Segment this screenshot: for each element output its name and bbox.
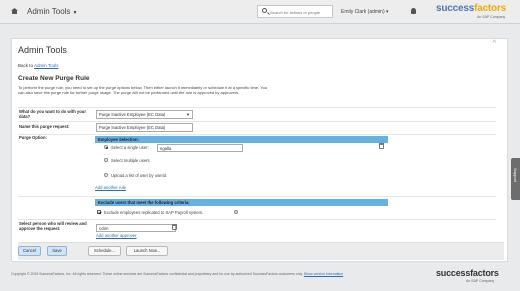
version-info-link[interactable]: Show version information bbox=[304, 272, 343, 276]
launch-now-button[interactable]: Launch Now... bbox=[126, 246, 168, 256]
logo-text-1: success bbox=[436, 3, 475, 14]
copyright-body: Copyright © 2015 SuccessFactors, Inc. Al… bbox=[11, 272, 303, 276]
approver-input[interactable] bbox=[96, 224, 176, 232]
brand-logo: successfactors An SAP Company bbox=[436, 3, 507, 19]
breadcrumb: Back to Admin Tools bbox=[18, 63, 58, 68]
divider bbox=[18, 196, 496, 197]
module-picker[interactable]: Admin Tools ▼ bbox=[27, 7, 77, 16]
purge-action-label: What do you want to do with your data? bbox=[19, 109, 86, 119]
user-menu[interactable]: Emily Clark (admin) ▾ bbox=[341, 9, 389, 15]
divider bbox=[18, 121, 496, 122]
chevron-down-icon: ▼ bbox=[186, 112, 190, 117]
footer-logo-subtitle: An SAP Company bbox=[466, 279, 495, 283]
add-another-approver-link[interactable]: Add another approver bbox=[96, 233, 137, 238]
add-another-rule-link[interactable]: Add another rule bbox=[95, 185, 126, 190]
radio-single-user[interactable] bbox=[104, 145, 108, 149]
search-icon bbox=[262, 8, 267, 13]
schedule-button[interactable]: Schedule... bbox=[88, 246, 121, 256]
request-name-input[interactable] bbox=[96, 123, 193, 132]
footer-logo: successfactors An SAP Company bbox=[436, 268, 499, 283]
employee-selection-header: Employee Selection: bbox=[95, 136, 388, 143]
radio-single-user-label: Select a single user: bbox=[111, 145, 149, 150]
exclude-criteria-header: Exclude users that meet the following cr… bbox=[95, 199, 388, 206]
trash-icon[interactable] bbox=[379, 143, 384, 149]
request-name-label: Name this purge request: bbox=[19, 124, 70, 129]
footer-logo-text: successfactors bbox=[436, 268, 499, 278]
info-icon[interactable]: i bbox=[234, 210, 238, 214]
support-tab[interactable]: Support bbox=[511, 158, 520, 200]
radio-multiple-users-label: Select multiple users bbox=[111, 158, 150, 163]
divider bbox=[18, 107, 496, 108]
support-tab-label: Support bbox=[513, 168, 518, 183]
chevron-down-icon: ▼ bbox=[72, 10, 78, 16]
user-name: Emily Clark (admin) bbox=[341, 9, 385, 15]
home-icon[interactable] bbox=[11, 8, 18, 14]
section-heading: Create New Purge Rule bbox=[18, 75, 90, 82]
divider bbox=[18, 219, 496, 220]
single-user-input[interactable] bbox=[157, 144, 243, 152]
radio-upload-list[interactable] bbox=[104, 173, 108, 177]
back-link[interactable]: Admin Tools bbox=[34, 63, 58, 68]
purge-action-value: Purge Inactive Employee (EC Data) bbox=[99, 112, 166, 117]
divider bbox=[18, 134, 496, 135]
main-panel: ^ Admin Tools Back to Admin Tools Create… bbox=[11, 38, 508, 262]
back-prefix: Back to bbox=[18, 63, 34, 68]
logo-subtitle: An SAP Company bbox=[477, 15, 506, 19]
approver-label: Select person who will review and approv… bbox=[19, 221, 87, 231]
search-input[interactable] bbox=[270, 8, 332, 16]
purge-option-label: Purge Option: bbox=[19, 135, 47, 140]
radio-multiple-users[interactable] bbox=[104, 158, 108, 162]
save-button[interactable]: Save bbox=[47, 246, 67, 256]
exclude-payroll-label: Exclude employees replicated to SAP Payr… bbox=[104, 210, 204, 215]
exclude-payroll-checkbox[interactable] bbox=[97, 210, 101, 214]
search-box[interactable] bbox=[257, 5, 333, 18]
page-title: Admin Tools bbox=[18, 45, 67, 55]
module-label: Admin Tools bbox=[27, 7, 71, 16]
logo-text-2: factors bbox=[474, 3, 507, 14]
notifications-icon[interactable] bbox=[411, 8, 416, 14]
radio-upload-list-label: Upload a list of user by userid bbox=[111, 173, 167, 178]
copyright-text: Copyright © 2015 SuccessFactors, Inc. Al… bbox=[11, 272, 343, 276]
collapse-icon[interactable]: ^ bbox=[493, 40, 496, 47]
intro-text: To perform the purge rule, you need to s… bbox=[18, 85, 267, 95]
top-bar: Admin Tools▼ Emily Clark (admin) ▾ succe… bbox=[0, 0, 520, 24]
purge-action-select[interactable]: Purge Inactive Employee (EC Data) ▼ bbox=[96, 110, 193, 119]
cancel-button[interactable]: Cancel bbox=[18, 246, 41, 256]
trash-icon[interactable] bbox=[172, 224, 177, 230]
